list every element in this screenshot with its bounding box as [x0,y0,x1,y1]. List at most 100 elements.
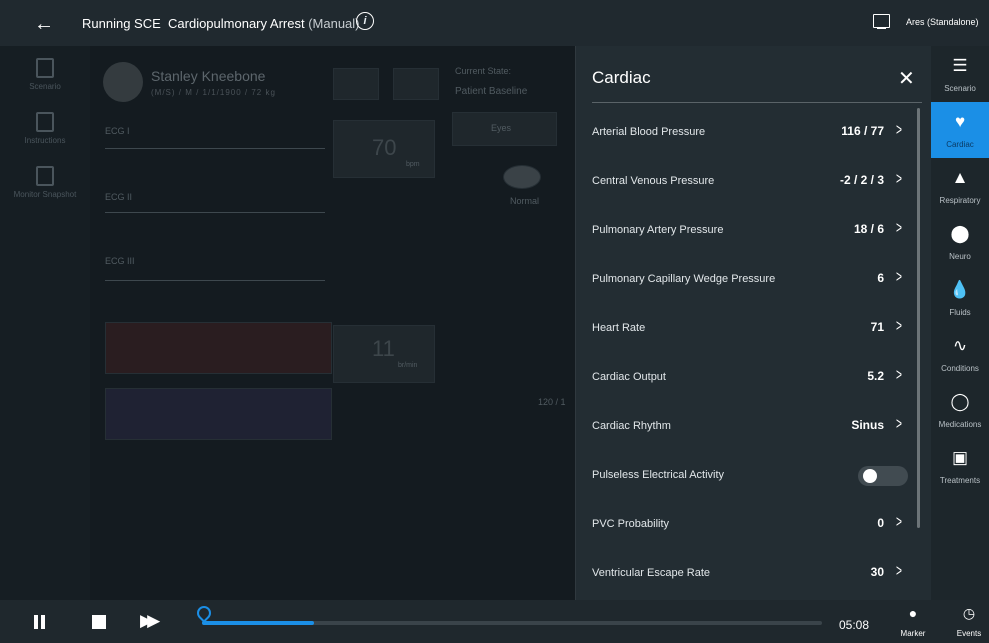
parameter-label: Cardiac Output [592,371,666,383]
playback-bar: ▶▶ 05:08 ● Marker ◷ Events [0,600,989,643]
eyes-label: Eyes [491,123,512,133]
pill-icon: ◯ [950,392,970,411]
parameter-label: Arterial Blood Pressure [592,126,706,138]
eyes-button[interactable]: Eyes [452,112,557,146]
medkit-icon: ▣ [951,448,969,467]
sidebar-item-monitor[interactable]: Monitor Snapshot [12,166,78,199]
lungs-icon: ▲ [951,168,969,187]
chevron-right-icon[interactable]: > [896,316,902,336]
parameter-row-escape-rate[interactable]: Ventricular Escape Rate 30 > [592,550,912,599]
scenario-mode: (Manual) [308,16,360,31]
chevron-right-icon[interactable]: > [896,365,902,385]
parameter-value: 71 [870,320,884,334]
hr-tile: 70 bpm [333,120,435,178]
heart-icon: ♥ [954,112,966,131]
ecg-trace [105,280,325,281]
cardiac-panel: Cardiac ✕ Arterial Blood Pressure 116 / … [575,46,932,600]
parameter-label: Pulseless Electrical Activity [592,469,725,481]
parameter-label: Pulmonary Capillary Wedge Pressure [592,273,776,285]
droplet-icon: 💧 [949,280,971,299]
tab-fluids[interactable]: 💧 Fluids [931,270,989,326]
tab-treatments[interactable]: ▣ Treatments [931,438,989,494]
instructor-station[interactable]: Ares (Standalone) [906,17,979,27]
parameter-row-cvp[interactable]: Central Venous Pressure -2 / 2 / 3 > [592,158,912,207]
chevron-right-icon[interactable]: > [896,267,902,287]
tab-label: Scenario [944,84,976,93]
ecg-trace [105,212,325,213]
tab-cardiac[interactable]: ♥ Cardiac [931,102,989,158]
panel-title: Cardiac [592,68,651,87]
scenario-name: Cardiopulmonary Arrest [168,16,305,31]
mute-alarm-button[interactable] [393,68,439,100]
parameter-row-cardiac-output[interactable]: Cardiac Output 5.2 > [592,354,912,403]
panel-scrollbar[interactable] [917,108,920,528]
run-status: Running SCE [82,16,161,31]
elapsed-time: 05:08 [839,618,870,632]
parameter-label: PVC Probability [592,518,670,530]
parameter-row-pea: Pulseless Electrical Activity [592,452,912,501]
marker-button[interactable]: ● Marker [893,605,933,641]
pea-toggle[interactable] [858,466,908,486]
tab-label: Neuro [949,252,971,261]
chevron-right-icon[interactable]: > [896,414,902,434]
close-icon[interactable]: ✕ [898,66,915,91]
eye-state: Normal [510,196,540,206]
rr-unit: br/min [398,362,418,369]
chevron-right-icon[interactable]: > [896,120,902,140]
info-icon[interactable]: i [356,12,374,30]
tab-label: Medications [938,420,982,429]
timeline-track[interactable] [202,621,822,625]
parameter-row-pcwp[interactable]: Pulmonary Capillary Wedge Pressure 6 > [592,256,912,305]
chevron-right-icon[interactable]: > [896,218,902,238]
parameter-row-abp[interactable]: Arterial Blood Pressure 116 / 77 > [592,109,912,158]
tab-neuro[interactable]: ⬤ Neuro [931,214,989,270]
parameter-row-pvc-probability[interactable]: PVC Probability 0 > [592,501,912,550]
sidebar-label: Scenario [29,82,61,91]
monitor-layout-button[interactable] [333,68,379,100]
events-button[interactable]: ◷ Events [949,605,989,641]
chevron-right-icon[interactable]: > [896,169,902,189]
chevron-right-icon[interactable]: > [896,561,902,581]
parameter-value: 18 / 6 [853,222,884,236]
map-pin-icon: ● [908,605,918,621]
sidebar-item-scenario[interactable]: Scenario [12,58,78,91]
rr-value: 11 [372,336,395,361]
ecg-trace [105,148,325,149]
top-bar: ← Running SCE Cardiopulmonary Arrest (Ma… [0,0,989,46]
sidebar-item-instructions[interactable]: Instructions [12,112,78,145]
chevron-right-icon[interactable]: > [896,512,902,532]
timeline-marker-icon[interactable] [194,603,214,623]
pulse-icon: ∿ [952,336,968,355]
parameter-label: Central Venous Pressure [592,175,715,187]
tab-label: Treatments [939,476,981,485]
tab-scenario[interactable]: ☰ Scenario [931,46,989,102]
sidebar-label: Monitor Snapshot [13,190,77,199]
pause-icon[interactable] [33,615,47,629]
category-rail: ☰ Scenario ♥ Cardiac ▲ Respiratory ⬤ Neu… [931,46,989,600]
divider [592,102,922,103]
tab-respiratory[interactable]: ▲ Respiratory [931,158,989,214]
monitor-icon[interactable] [873,14,890,29]
parameter-row-pap[interactable]: Pulmonary Artery Pressure 18 / 6 > [592,207,912,256]
scenario-title: Running SCE Cardiopulmonary Arrest (Manu… [82,16,360,31]
tab-medications[interactable]: ◯ Medications [931,382,989,438]
parameter-label: Heart Rate [592,322,646,334]
ecg-lead-label: ECG III [105,256,135,266]
marker-label: Marker [900,629,926,638]
parameter-row-heart-rate[interactable]: Heart Rate 71 > [592,305,912,354]
stop-icon[interactable] [92,615,106,629]
tab-conditions[interactable]: ∿ Conditions [931,326,989,382]
fast-forward-icon[interactable]: ▶▶ [140,611,160,631]
hr-unit: bpm [406,161,420,168]
parameter-value: 6 [877,271,884,285]
parameter-value: -2 / 2 / 3 [839,173,884,187]
parameter-value: 30 [870,565,884,579]
eye-icon[interactable] [503,165,541,189]
arrow-left-icon[interactable]: ← [34,13,54,36]
parameter-row-cardiac-rhythm[interactable]: Cardiac Rhythm Sinus > [592,403,912,452]
tab-label: Fluids [949,308,971,317]
parameter-value: 0 [877,516,884,530]
current-state-label: Current State: [455,66,512,76]
parameter-value: Sinus [851,418,884,432]
parameter-value: 5.2 [867,369,884,383]
